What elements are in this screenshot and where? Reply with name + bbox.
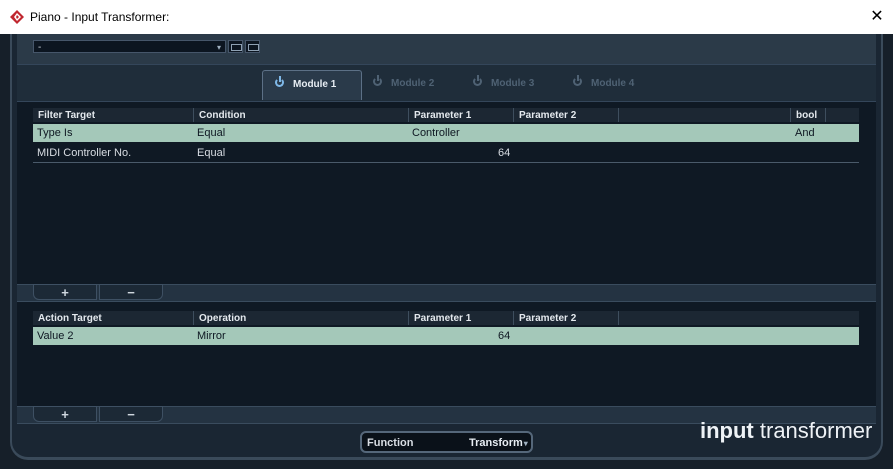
column-header-parameter-2[interactable]: Parameter 2 (519, 110, 576, 121)
window-title: Piano - Input Transformer: (30, 10, 170, 24)
preset-selector[interactable]: - ▾ (33, 40, 226, 53)
parameter-1-cell[interactable]: Controller (412, 127, 460, 139)
close-icon[interactable]: ✕ (866, 7, 888, 27)
column-separator (618, 311, 619, 325)
column-separator (825, 108, 826, 122)
tab-module-2[interactable]: Module 2 (373, 70, 453, 100)
brand-bold: input (700, 418, 754, 443)
power-icon[interactable] (473, 75, 482, 86)
tab-module-1[interactable]: Module 1 (262, 70, 362, 100)
parameter-1-cell[interactable]: 64 (498, 330, 510, 342)
condition-cell[interactable]: Equal (197, 127, 225, 139)
cubase-logo-icon (10, 10, 24, 24)
tab-label: Module 1 (293, 79, 337, 90)
column-header-action-target[interactable]: Action Target (38, 313, 102, 324)
filter-target-cell[interactable]: MIDI Controller No. (37, 147, 131, 159)
power-icon[interactable] (373, 75, 382, 86)
column-header-operation[interactable]: Operation (199, 313, 246, 324)
table-row[interactable]: Type Is Equal Controller And (33, 124, 859, 142)
brand-logo: input transformer (700, 418, 872, 444)
column-separator (408, 108, 409, 122)
column-separator (513, 311, 514, 325)
column-header-parameter-1[interactable]: Parameter 1 (414, 110, 471, 121)
tab-label: Module 2 (391, 78, 435, 89)
power-icon[interactable] (275, 76, 284, 87)
bool-cell[interactable]: And (795, 127, 815, 139)
function-label: Function (367, 437, 414, 449)
column-separator (408, 311, 409, 325)
remove-preset-icon (248, 44, 259, 51)
column-header-parameter-2[interactable]: Parameter 2 (519, 313, 576, 324)
preset-value: - (38, 42, 42, 53)
column-header-filter-target[interactable]: Filter Target (38, 110, 95, 121)
action-target-cell[interactable]: Value 2 (37, 330, 74, 342)
tab-label: Module 4 (591, 78, 635, 89)
remove-action-button[interactable]: − (99, 406, 163, 422)
title-bar: Piano - Input Transformer: ✕ (0, 0, 893, 34)
column-header-parameter-1[interactable]: Parameter 1 (414, 313, 471, 324)
power-icon[interactable] (573, 75, 582, 86)
column-header-condition[interactable]: Condition (199, 110, 246, 121)
store-preset-icon (231, 44, 242, 51)
add-action-button[interactable]: + (33, 406, 97, 422)
add-filter-button[interactable]: + (33, 284, 97, 300)
function-value[interactable]: Transform (469, 437, 528, 449)
column-separator (513, 108, 514, 122)
remove-filter-button[interactable]: − (99, 284, 163, 300)
action-table-header: Action Target Operation Parameter 1 Para… (33, 311, 859, 325)
condition-cell[interactable]: Equal (197, 147, 225, 159)
tab-label: Module 3 (491, 78, 535, 89)
action-add-remove: + − (33, 406, 164, 422)
table-row[interactable]: MIDI Controller No. Equal 64 (33, 144, 859, 163)
chevron-down-icon: ▾ (216, 43, 221, 52)
column-separator (790, 108, 791, 122)
column-separator (193, 108, 194, 122)
store-preset-button[interactable] (228, 40, 243, 53)
brand-rest: transformer (753, 418, 873, 443)
filter-target-cell[interactable]: Type Is (37, 127, 72, 139)
operation-cell[interactable]: Mirror (197, 330, 226, 342)
table-row[interactable]: Value 2 Mirror 64 (33, 327, 859, 345)
filter-add-remove: + − (33, 284, 164, 300)
column-separator (193, 311, 194, 325)
remove-preset-button[interactable] (245, 40, 260, 53)
tab-module-3[interactable]: Module 3 (473, 70, 553, 100)
function-selector[interactable]: Function Transform (360, 431, 533, 453)
filter-table-header: Filter Target Condition Parameter 1 Para… (33, 108, 859, 122)
column-separator (618, 108, 619, 122)
column-header-bool[interactable]: bool (796, 110, 817, 121)
tab-module-4[interactable]: Module 4 (573, 70, 653, 100)
parameter-1-cell[interactable]: 64 (498, 147, 510, 159)
